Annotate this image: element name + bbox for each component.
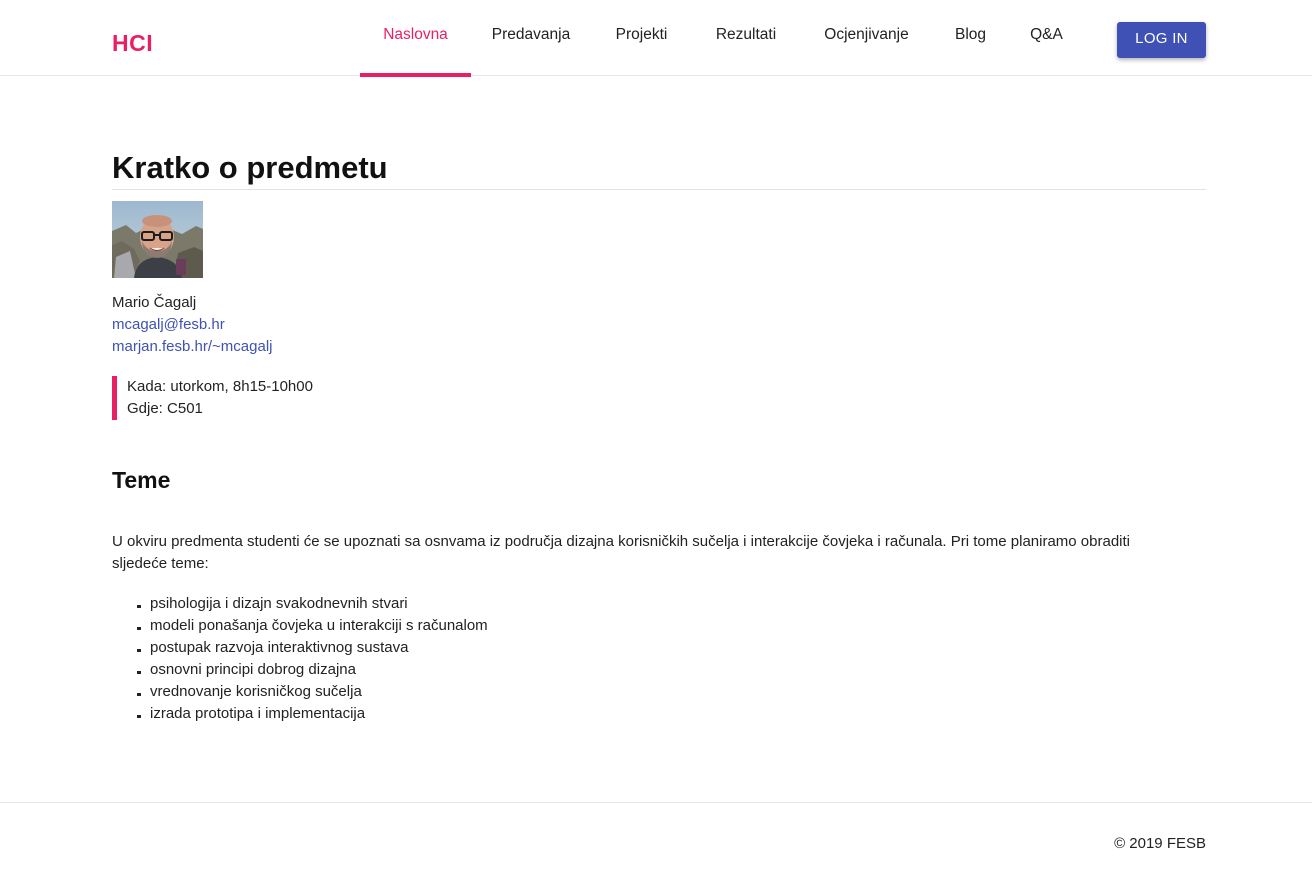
page-title: Kratko o predmetu <box>112 148 1206 190</box>
footer: © 2019 FESB <box>0 802 1312 879</box>
nav-item-qa[interactable]: Q&A <box>1008 0 1085 76</box>
brand-logo[interactable]: HCI <box>112 30 153 57</box>
list-item: modeli ponašanja čovjeka u interakciji s… <box>136 615 1206 637</box>
lecturer-name: Mario Čagalj <box>112 294 197 311</box>
list-item: psihologija i dizajn svakodnevnih stvari <box>136 593 1206 615</box>
list-item: postupak razvoja interaktivnog sustava <box>136 637 1206 659</box>
copyright-text: © 2019 FESB <box>1114 835 1206 852</box>
nav-item-ocjenjivanje[interactable]: Ocjenjivanje <box>800 0 933 76</box>
list-item: izrada prototipa i implementacija <box>136 703 1206 725</box>
nav-item-projekti[interactable]: Projekti <box>591 0 692 76</box>
topics-intro: U okviru predmenta studenti će se upozna… <box>112 533 1131 572</box>
nav-item-naslovna[interactable]: Naslovna <box>360 0 471 77</box>
login-button[interactable]: LOG IN <box>1117 22 1206 58</box>
topics-list: psihologija i dizajn svakodnevnih stvari… <box>112 593 1206 725</box>
schedule-callout: Kada: utorkom, 8h15-10h00 Gdje: C501 <box>112 376 1206 420</box>
main-navigation: Naslovna Predavanja Projekti Rezultati O… <box>360 0 1085 77</box>
main-content: Kratko o predmetu Mario Čagalj mcagalj@f… <box>112 148 1206 725</box>
lecturer-website-link[interactable]: marjan.fesb.hr/~mcagalj <box>112 336 1206 358</box>
lecturer-email-link[interactable]: mcagalj@fesb.hr <box>112 314 1206 336</box>
nav-item-rezultati[interactable]: Rezultati <box>692 0 800 76</box>
nav-item-predavanja[interactable]: Predavanja <box>471 0 591 76</box>
schedule-location: Gdje: C501 <box>127 400 203 417</box>
list-item: osnovni principi dobrog dizajna <box>136 659 1206 681</box>
list-item: vrednovanje korisničkog sučelja <box>136 681 1206 703</box>
nav-item-blog[interactable]: Blog <box>933 0 1008 76</box>
schedule-time: Kada: utorkom, 8h15-10h00 <box>127 378 313 395</box>
top-app-bar: HCI Naslovna Predavanja Projekti Rezulta… <box>0 0 1312 77</box>
avatar <box>112 201 203 278</box>
topics-heading: Teme <box>112 467 171 493</box>
